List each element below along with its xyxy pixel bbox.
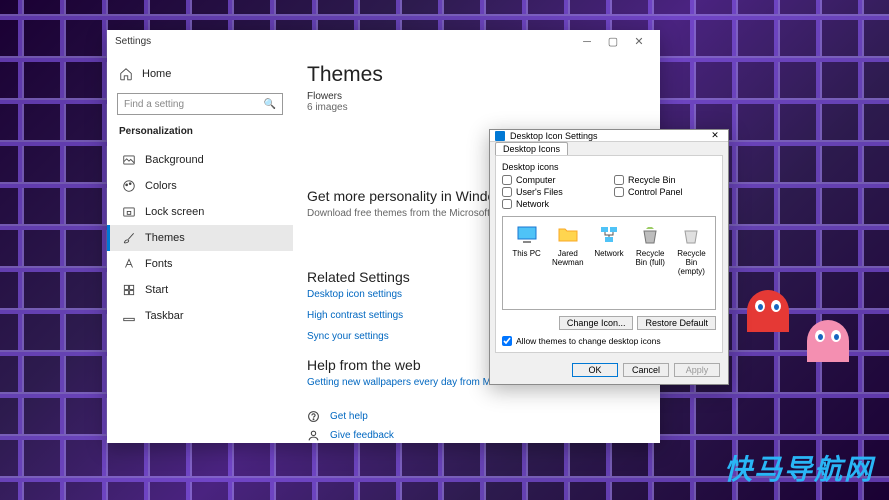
checkbox-network[interactable]: Network — [502, 199, 604, 209]
nav-lockscreen[interactable]: Lock screen — [107, 199, 293, 225]
close-button[interactable]: ✕ — [626, 30, 652, 53]
recycle-full-icon — [638, 223, 662, 247]
current-theme-name: Flowers — [307, 91, 646, 102]
nav-taskbar[interactable]: Taskbar — [107, 303, 293, 329]
category-label: Personalization — [107, 123, 293, 147]
palette-icon — [122, 179, 136, 193]
checkbox-users-files[interactable]: User's Files — [502, 187, 604, 197]
icon-preview-well[interactable]: This PC Jared Newman Network Recycle Bin… — [502, 216, 716, 310]
maximize-button[interactable]: ▢ — [600, 30, 626, 53]
window-title: Settings — [115, 36, 574, 47]
start-icon — [122, 283, 136, 297]
minimize-button[interactable]: ─ — [574, 30, 600, 53]
checkbox-computer[interactable]: Computer — [502, 175, 604, 185]
page-title: Themes — [307, 63, 646, 87]
folder-icon — [556, 223, 580, 247]
nav-start[interactable]: Start — [107, 277, 293, 303]
sidebar: Home Find a setting 🔍 Personalization Ba… — [107, 53, 293, 443]
nav-home[interactable]: Home — [107, 61, 293, 87]
nav-colors[interactable]: Colors — [107, 173, 293, 199]
icon-recycle-bin-full[interactable]: Recycle Bin (full) — [631, 223, 670, 303]
search-placeholder: Find a setting — [124, 99, 184, 110]
nav-label: Themes — [145, 232, 185, 244]
icon-recycle-bin-empty[interactable]: Recycle Bin (empty) — [672, 223, 711, 303]
picture-icon — [122, 153, 136, 167]
nav-label: Taskbar — [145, 310, 184, 322]
brush-icon — [122, 231, 136, 245]
icon-network[interactable]: Network — [589, 223, 628, 303]
nav-label: Background — [145, 154, 204, 166]
checkbox-recycle-bin[interactable]: Recycle Bin — [614, 175, 716, 185]
font-icon — [122, 257, 136, 271]
watermark-text: 快马导航网 — [724, 448, 874, 488]
checkbox-allow-themes[interactable]: Allow themes to change desktop icons — [502, 336, 716, 346]
current-theme-count: 6 images — [307, 102, 646, 113]
lock-icon — [122, 205, 136, 219]
restore-default-button[interactable]: Restore Default — [637, 316, 716, 330]
group-label: Desktop icons — [502, 162, 716, 172]
nav-label: Colors — [145, 180, 177, 192]
computer-icon — [515, 223, 539, 247]
nav-label: Fonts — [145, 258, 173, 270]
apply-button[interactable]: Apply — [674, 363, 720, 377]
checkbox-control-panel[interactable]: Control Panel — [614, 187, 716, 197]
tab-strip: Desktop Icons — [490, 142, 728, 155]
dialog-app-icon — [495, 131, 505, 141]
dialog-title-text: Desktop Icon Settings — [510, 131, 598, 141]
nav-label: Lock screen — [145, 206, 204, 218]
ghost-pink-graphic — [807, 320, 849, 362]
dialog-titlebar[interactable]: Desktop Icon Settings ✕ — [490, 130, 728, 142]
desktop-icon-settings-dialog: Desktop Icon Settings ✕ Desktop Icons De… — [489, 129, 729, 385]
search-input[interactable]: Find a setting 🔍 — [117, 93, 283, 115]
ok-button[interactable]: OK — [572, 363, 618, 377]
change-icon-button[interactable]: Change Icon... — [559, 316, 634, 330]
link-give-feedback[interactable]: Give feedback — [330, 430, 394, 441]
nav-fonts[interactable]: Fonts — [107, 251, 293, 277]
nav-background[interactable]: Background — [107, 147, 293, 173]
link-get-help[interactable]: Get help — [330, 411, 368, 422]
network-icon — [597, 223, 621, 247]
nav-home-label: Home — [142, 68, 171, 80]
home-icon — [119, 67, 133, 81]
nav-themes[interactable]: Themes — [107, 225, 293, 251]
titlebar[interactable]: Settings ─ ▢ ✕ — [107, 30, 660, 53]
ghost-red-graphic — [747, 290, 789, 332]
help-icon — [307, 410, 320, 423]
recycle-empty-icon — [679, 223, 703, 247]
search-icon: 🔍 — [264, 99, 276, 110]
dialog-body: Desktop icons Computer Recycle Bin User'… — [495, 155, 723, 353]
tab-desktop-icons[interactable]: Desktop Icons — [495, 142, 568, 155]
cancel-button[interactable]: Cancel — [623, 363, 669, 377]
nav-label: Start — [145, 284, 168, 296]
taskbar-icon — [122, 309, 136, 323]
feedback-icon — [307, 429, 320, 442]
dialog-close-button[interactable]: ✕ — [707, 130, 723, 141]
icon-user-files[interactable]: Jared Newman — [548, 223, 587, 303]
icon-this-pc[interactable]: This PC — [507, 223, 546, 303]
